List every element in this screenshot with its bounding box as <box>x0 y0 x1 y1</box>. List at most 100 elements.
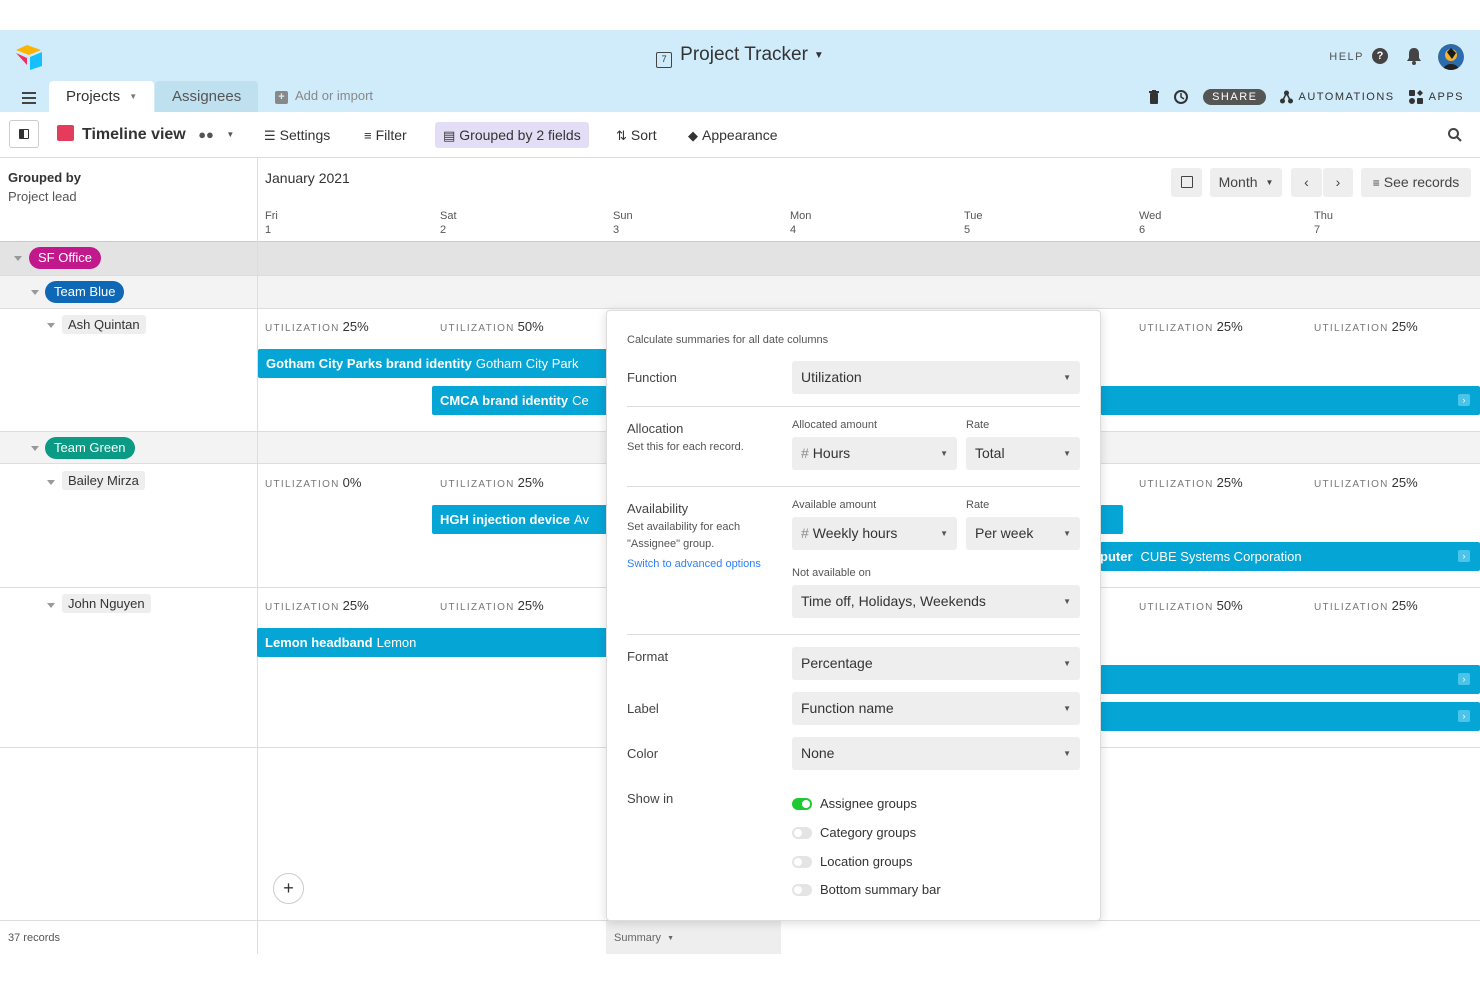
format-select[interactable]: Percentage ▼ <box>792 647 1080 680</box>
month-label: January 2021 <box>265 170 350 186</box>
record-title: Gotham City Parks brand identity <box>266 356 472 371</box>
format-label: Format <box>627 649 669 664</box>
assignee-groups-toggle[interactable] <box>792 798 812 810</box>
not-available-label: Not available on <box>792 567 871 579</box>
tab-projects[interactable]: Projects ▼ <box>49 81 155 112</box>
collapse-icon[interactable] <box>47 480 55 485</box>
day-name: Tue <box>964 210 983 222</box>
footer-bar: 37 records Summary ▼ <box>0 920 1480 954</box>
allocation-label: Allocation <box>627 421 684 436</box>
hamburger-menu-icon[interactable] <box>22 92 36 104</box>
chevron-right-icon[interactable]: › <box>1458 394 1470 406</box>
timeline-record-bar[interactable] <box>1100 505 1123 534</box>
tab-assignees[interactable]: Assignees <box>155 81 259 112</box>
day-name: Sun <box>613 210 633 222</box>
group-button[interactable]: ▤ Grouped by 2 fields <box>435 122 589 148</box>
utilization-summary: UTILIZATION 25% <box>1314 475 1418 490</box>
utilization-value: 25% <box>1216 319 1243 334</box>
base-title[interactable]: 7 Project Tracker ▼ <box>0 44 1480 68</box>
bell-icon[interactable] <box>1406 47 1422 65</box>
label-select[interactable]: Function name ▼ <box>792 692 1080 725</box>
history-icon[interactable] <box>1173 89 1189 105</box>
next-button[interactable]: › <box>1323 168 1353 197</box>
share-button[interactable]: SHARE <box>1203 89 1267 105</box>
day-header: Wed 6 <box>1139 209 1161 237</box>
trash-icon[interactable] <box>1149 90 1160 104</box>
record-subtitle: Ce <box>572 393 589 408</box>
utilization-summary: UTILIZATION 25% <box>1139 475 1243 490</box>
utilization-summary: UTILIZATION 25% <box>1139 319 1243 334</box>
not-available-select[interactable]: Time off, Holidays, Weekends ▼ <box>792 585 1080 618</box>
utilization-label: UTILIZATION <box>1139 602 1214 613</box>
chevron-right-icon[interactable]: › <box>1458 550 1470 562</box>
timeline-record-bar[interactable]: › <box>1100 665 1480 694</box>
chevron-right-icon[interactable]: › <box>1458 710 1470 722</box>
location-groups-toggle[interactable] <box>792 856 812 868</box>
timeline-record-bar[interactable]: CMCA brand identity Ce <box>432 386 608 415</box>
availability-rate-select[interactable]: Per week ▼ <box>966 517 1080 550</box>
chevron-right-icon: › <box>1335 174 1341 190</box>
chevron-right-icon[interactable]: › <box>1458 673 1470 685</box>
add-record-button[interactable]: + <box>273 873 304 904</box>
fit-view-button[interactable] <box>1171 168 1202 197</box>
collapse-icon[interactable] <box>31 290 39 295</box>
add-or-import-button[interactable]: + Add or import <box>275 88 373 104</box>
timescale-select[interactable]: Month ▼ <box>1210 168 1282 197</box>
sort-icon: ⇅ <box>616 128 627 143</box>
advanced-options-link[interactable]: Switch to advanced options <box>627 556 761 573</box>
color-select[interactable]: None ▼ <box>792 737 1080 770</box>
view-switcher[interactable]: Timeline view ●● ▼ <box>57 125 234 144</box>
utilization-value: 25% <box>342 319 369 334</box>
label-value: Function name <box>801 700 894 716</box>
see-records-button[interactable]: ≡ See records <box>1361 168 1471 197</box>
sort-button[interactable]: ⇅ Sort <box>608 122 665 148</box>
previous-button[interactable]: ‹ <box>1291 168 1322 197</box>
category-groups-toggle[interactable] <box>792 827 812 839</box>
function-select[interactable]: Utilization ▼ <box>792 361 1080 394</box>
available-amount-select[interactable]: # Weekly hours ▼ <box>792 517 957 550</box>
apps-label: APPS <box>1428 91 1464 103</box>
allocated-amount-select[interactable]: # Hours ▼ <box>792 437 957 470</box>
allocation-rate-select[interactable]: Total ▼ <box>966 437 1080 470</box>
apps-button[interactable]: APPS <box>1408 89 1464 105</box>
timeline-record-bar[interactable]: › <box>1100 702 1480 731</box>
summary-tab[interactable]: Summary ▼ <box>606 921 781 954</box>
utilization-label: UTILIZATION <box>440 602 515 613</box>
utilization-summary: UTILIZATION 25% <box>1314 319 1418 334</box>
chevron-down-icon: ▼ <box>1063 749 1071 758</box>
timeline-record-bar[interactable]: puter CUBE Systems Corporation › <box>1100 542 1480 571</box>
timeline-record-bar[interactable]: Lemon headband Lemon <box>257 628 608 657</box>
collapse-icon[interactable] <box>31 446 39 451</box>
collapse-icon[interactable] <box>47 603 55 608</box>
timeline-record-bar[interactable]: Gotham City Parks brand identity Gotham C… <box>258 349 608 378</box>
availability-help: Set availability for each <box>627 521 741 533</box>
help-label[interactable]: HELP <box>1329 51 1364 63</box>
group-icon: ▤ <box>443 128 456 143</box>
filter-icon: ≡ <box>364 128 372 143</box>
chevron-down-icon: ▼ <box>129 92 138 101</box>
list-icon: ≡ <box>1372 176 1380 190</box>
filter-button[interactable]: ≡ Filter <box>356 122 415 148</box>
day-header: Sat 2 <box>440 209 457 237</box>
settings-label: Settings <box>279 127 331 143</box>
timeline-record-bar[interactable]: › <box>1100 386 1480 415</box>
timeline-record-bar[interactable]: HGH injection device Av <box>432 505 608 534</box>
group-label: Grouped by 2 fields <box>459 127 581 143</box>
plus-icon: + <box>275 91 288 104</box>
utilization-value: 0% <box>342 475 362 490</box>
collapse-icon[interactable] <box>47 323 55 328</box>
sidebar-toggle-button[interactable] <box>9 120 39 148</box>
collapse-icon[interactable] <box>14 256 22 261</box>
settings-button[interactable]: ☰ Settings <box>256 122 338 148</box>
automations-button[interactable]: AUTOMATIONS <box>1280 90 1394 104</box>
utilization-summary: UTILIZATION 50% <box>1139 598 1243 613</box>
search-icon[interactable] <box>1448 128 1462 142</box>
bottom-summary-bar-toggle[interactable] <box>792 884 812 896</box>
help-icon[interactable]: ? <box>1372 48 1388 64</box>
utilization-summary: UTILIZATION 25% <box>440 475 544 490</box>
appearance-button[interactable]: ◆ Appearance <box>680 122 786 148</box>
utilization-value: 50% <box>1216 598 1243 613</box>
person-label: Bailey Mirza <box>62 471 145 490</box>
avatar[interactable] <box>1438 44 1464 70</box>
utilization-summary: UTILIZATION 50% <box>440 319 544 334</box>
